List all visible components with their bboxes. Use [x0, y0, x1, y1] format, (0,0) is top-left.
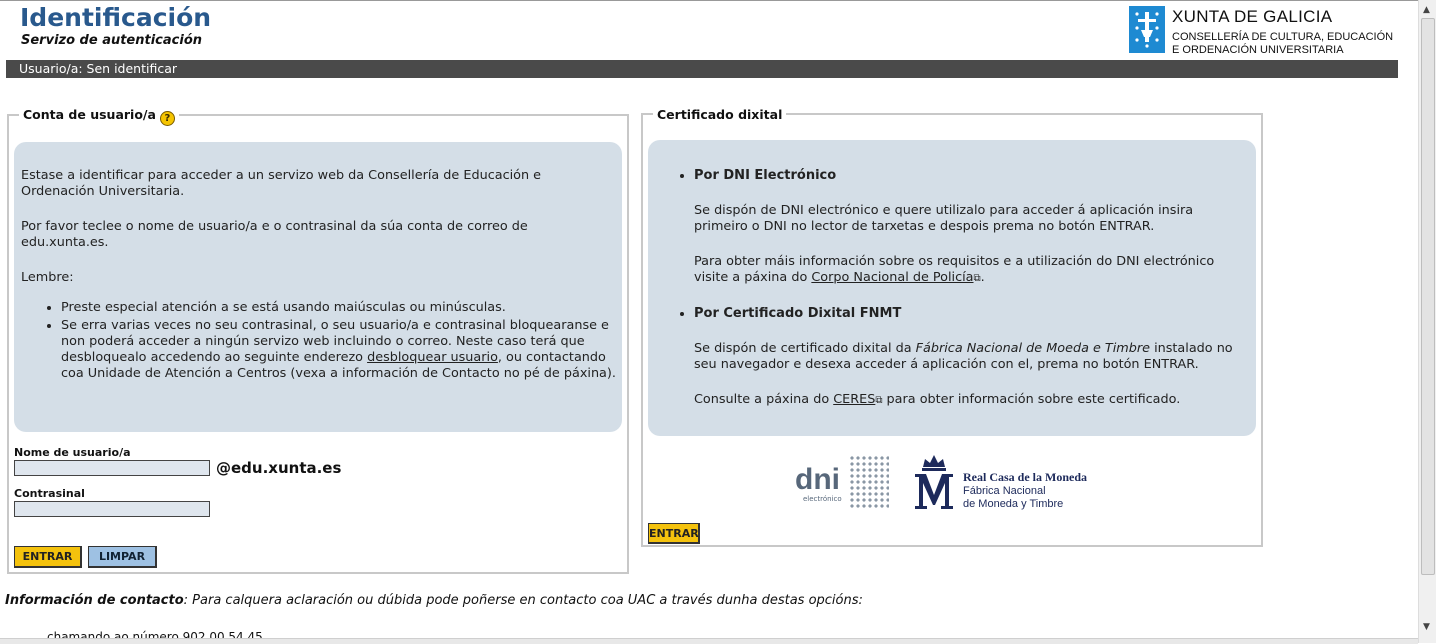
dni-heading: Por DNI Electrónico: [694, 168, 837, 183]
page-subtitle: Servizo de autenticación: [21, 33, 203, 48]
contact-info: Información de contacto: Para calquera a…: [5, 593, 863, 608]
info-paragraph: Consulte a páxina do CERES⧉ para obter i…: [694, 392, 1246, 409]
info-text: .: [980, 270, 985, 285]
info-paragraph: Se dispón de DNI electrónico e quere uti…: [694, 203, 1194, 234]
police-link[interactable]: Corpo Nacional de Policía: [811, 270, 973, 285]
scroll-down-icon[interactable]: ▼: [1423, 622, 1430, 632]
fnmt-logo-line: Real Casa de la Moneda: [963, 471, 1087, 485]
org-name: XUNTA DE GALICIA: [1172, 7, 1333, 26]
info-text: Se dispón de certificado dixital da: [694, 341, 916, 356]
contact-label: Información de contacto: [5, 593, 184, 608]
dni-dots-icon: [849, 455, 889, 509]
list-item: Se erra varias veces no seu contrasinal,…: [61, 318, 616, 382]
fnmt-logo-line: Fábrica Nacional: [963, 485, 1046, 497]
enter-button[interactable]: ENTRAR: [14, 546, 82, 568]
org-department-line1: CONSELLERÍA DE CULTURA, EDUCACIÓN: [1172, 31, 1394, 43]
info-paragraph: Se dispón de certificado dixital da Fábr…: [694, 341, 1246, 373]
help-icon[interactable]: ?: [159, 111, 175, 126]
scrollbar-thumb[interactable]: [1421, 18, 1435, 575]
certificate-info-box: Por DNI Electrónico Se dispón de DNI ele…: [648, 140, 1256, 436]
password-label: Contrasinal: [14, 487, 85, 500]
xunta-shield-icon: [1129, 6, 1165, 53]
account-legend: Conta de usuario/a?: [19, 107, 179, 126]
fnmt-logo-text: Real Casa de la Moneda Fábrica Nacional …: [963, 471, 1087, 511]
clear-button[interactable]: LIMPAR: [88, 546, 157, 568]
unlock-user-link[interactable]: desbloquear usuario: [367, 350, 498, 365]
info-text: para obter información sobre este certif…: [882, 392, 1181, 407]
contact-text: : Para calquera aclaración ou dúbida pod…: [183, 593, 863, 608]
certificate-options-list: Por DNI Electrónico Se dispón de DNI ele…: [678, 168, 1246, 409]
username-input[interactable]: [14, 460, 210, 476]
domain-suffix: @edu.xunta.es: [216, 459, 342, 477]
browser-status-bar: [0, 638, 1418, 644]
certificate-enter-button[interactable]: ENTRAR: [648, 523, 700, 544]
user-status-bar: Usuario/a: Sen identificar: [6, 60, 1398, 78]
page-title: Identificación: [20, 3, 212, 32]
list-item: Preste especial atención a se está usand…: [61, 300, 616, 316]
certificate-fieldset: Certificado dixital Por DNI Electrónico …: [641, 107, 1263, 547]
password-input[interactable]: [14, 501, 210, 517]
account-legend-label: Conta de usuario/a: [23, 107, 156, 122]
list-item: Por DNI Electrónico Se dispón de DNI ele…: [694, 168, 1246, 287]
info-paragraph: Estase a identificar para acceder a un s…: [21, 168, 542, 199]
account-fieldset: Conta de usuario/a? Estase a identificar…: [7, 107, 629, 574]
info-paragraph: Lembre:: [21, 270, 74, 285]
org-department-line2: E ORDENACIÓN UNIVERSITARIA: [1172, 44, 1344, 56]
reminder-list: Preste especial atención a se está usand…: [21, 300, 616, 382]
ceres-link[interactable]: CERES: [833, 392, 875, 407]
page: Identificación Servizo de autenticación …: [0, 0, 1418, 644]
dni-logo-subtitle: electrónico: [803, 495, 842, 503]
fnmt-name: Fábrica Nacional de Moeda e Timbre: [915, 341, 1151, 356]
account-info-box: Estase a identificar para acceder a un s…: [14, 142, 622, 432]
certificate-logos: dni electrónico Real Casa de la Moneda F…: [795, 453, 1115, 517]
external-link-icon: ⧉: [973, 273, 981, 284]
fnmt-crown-m-icon: [915, 455, 953, 509]
scroll-up-icon[interactable]: ▲: [1423, 5, 1430, 15]
fnmt-heading: Por Certificado Dixital FNMT: [694, 306, 902, 321]
fnmt-logo-title: Real Casa de la Moneda: [963, 470, 1087, 484]
username-label: Nome de usuario/a: [14, 446, 131, 459]
org-department: CONSELLERÍA DE CULTURA, EDUCACIÓN E ORDE…: [1172, 31, 1393, 57]
dni-logo: dni: [795, 463, 840, 496]
info-text: Consulte a páxina do: [694, 392, 834, 407]
fnmt-logo-line: de Moneda y Timbre: [963, 498, 1064, 510]
list-item: Por Certificado Dixital FNMT Se dispón d…: [694, 306, 1246, 409]
info-paragraph: Para obter máis información sobre os req…: [694, 254, 1246, 287]
vertical-scrollbar[interactable]: ▲ ▼: [1418, 0, 1436, 643]
info-paragraph: Por favor teclee o nome de usuario/a e o…: [21, 219, 528, 250]
certificate-legend: Certificado dixital: [653, 107, 787, 122]
